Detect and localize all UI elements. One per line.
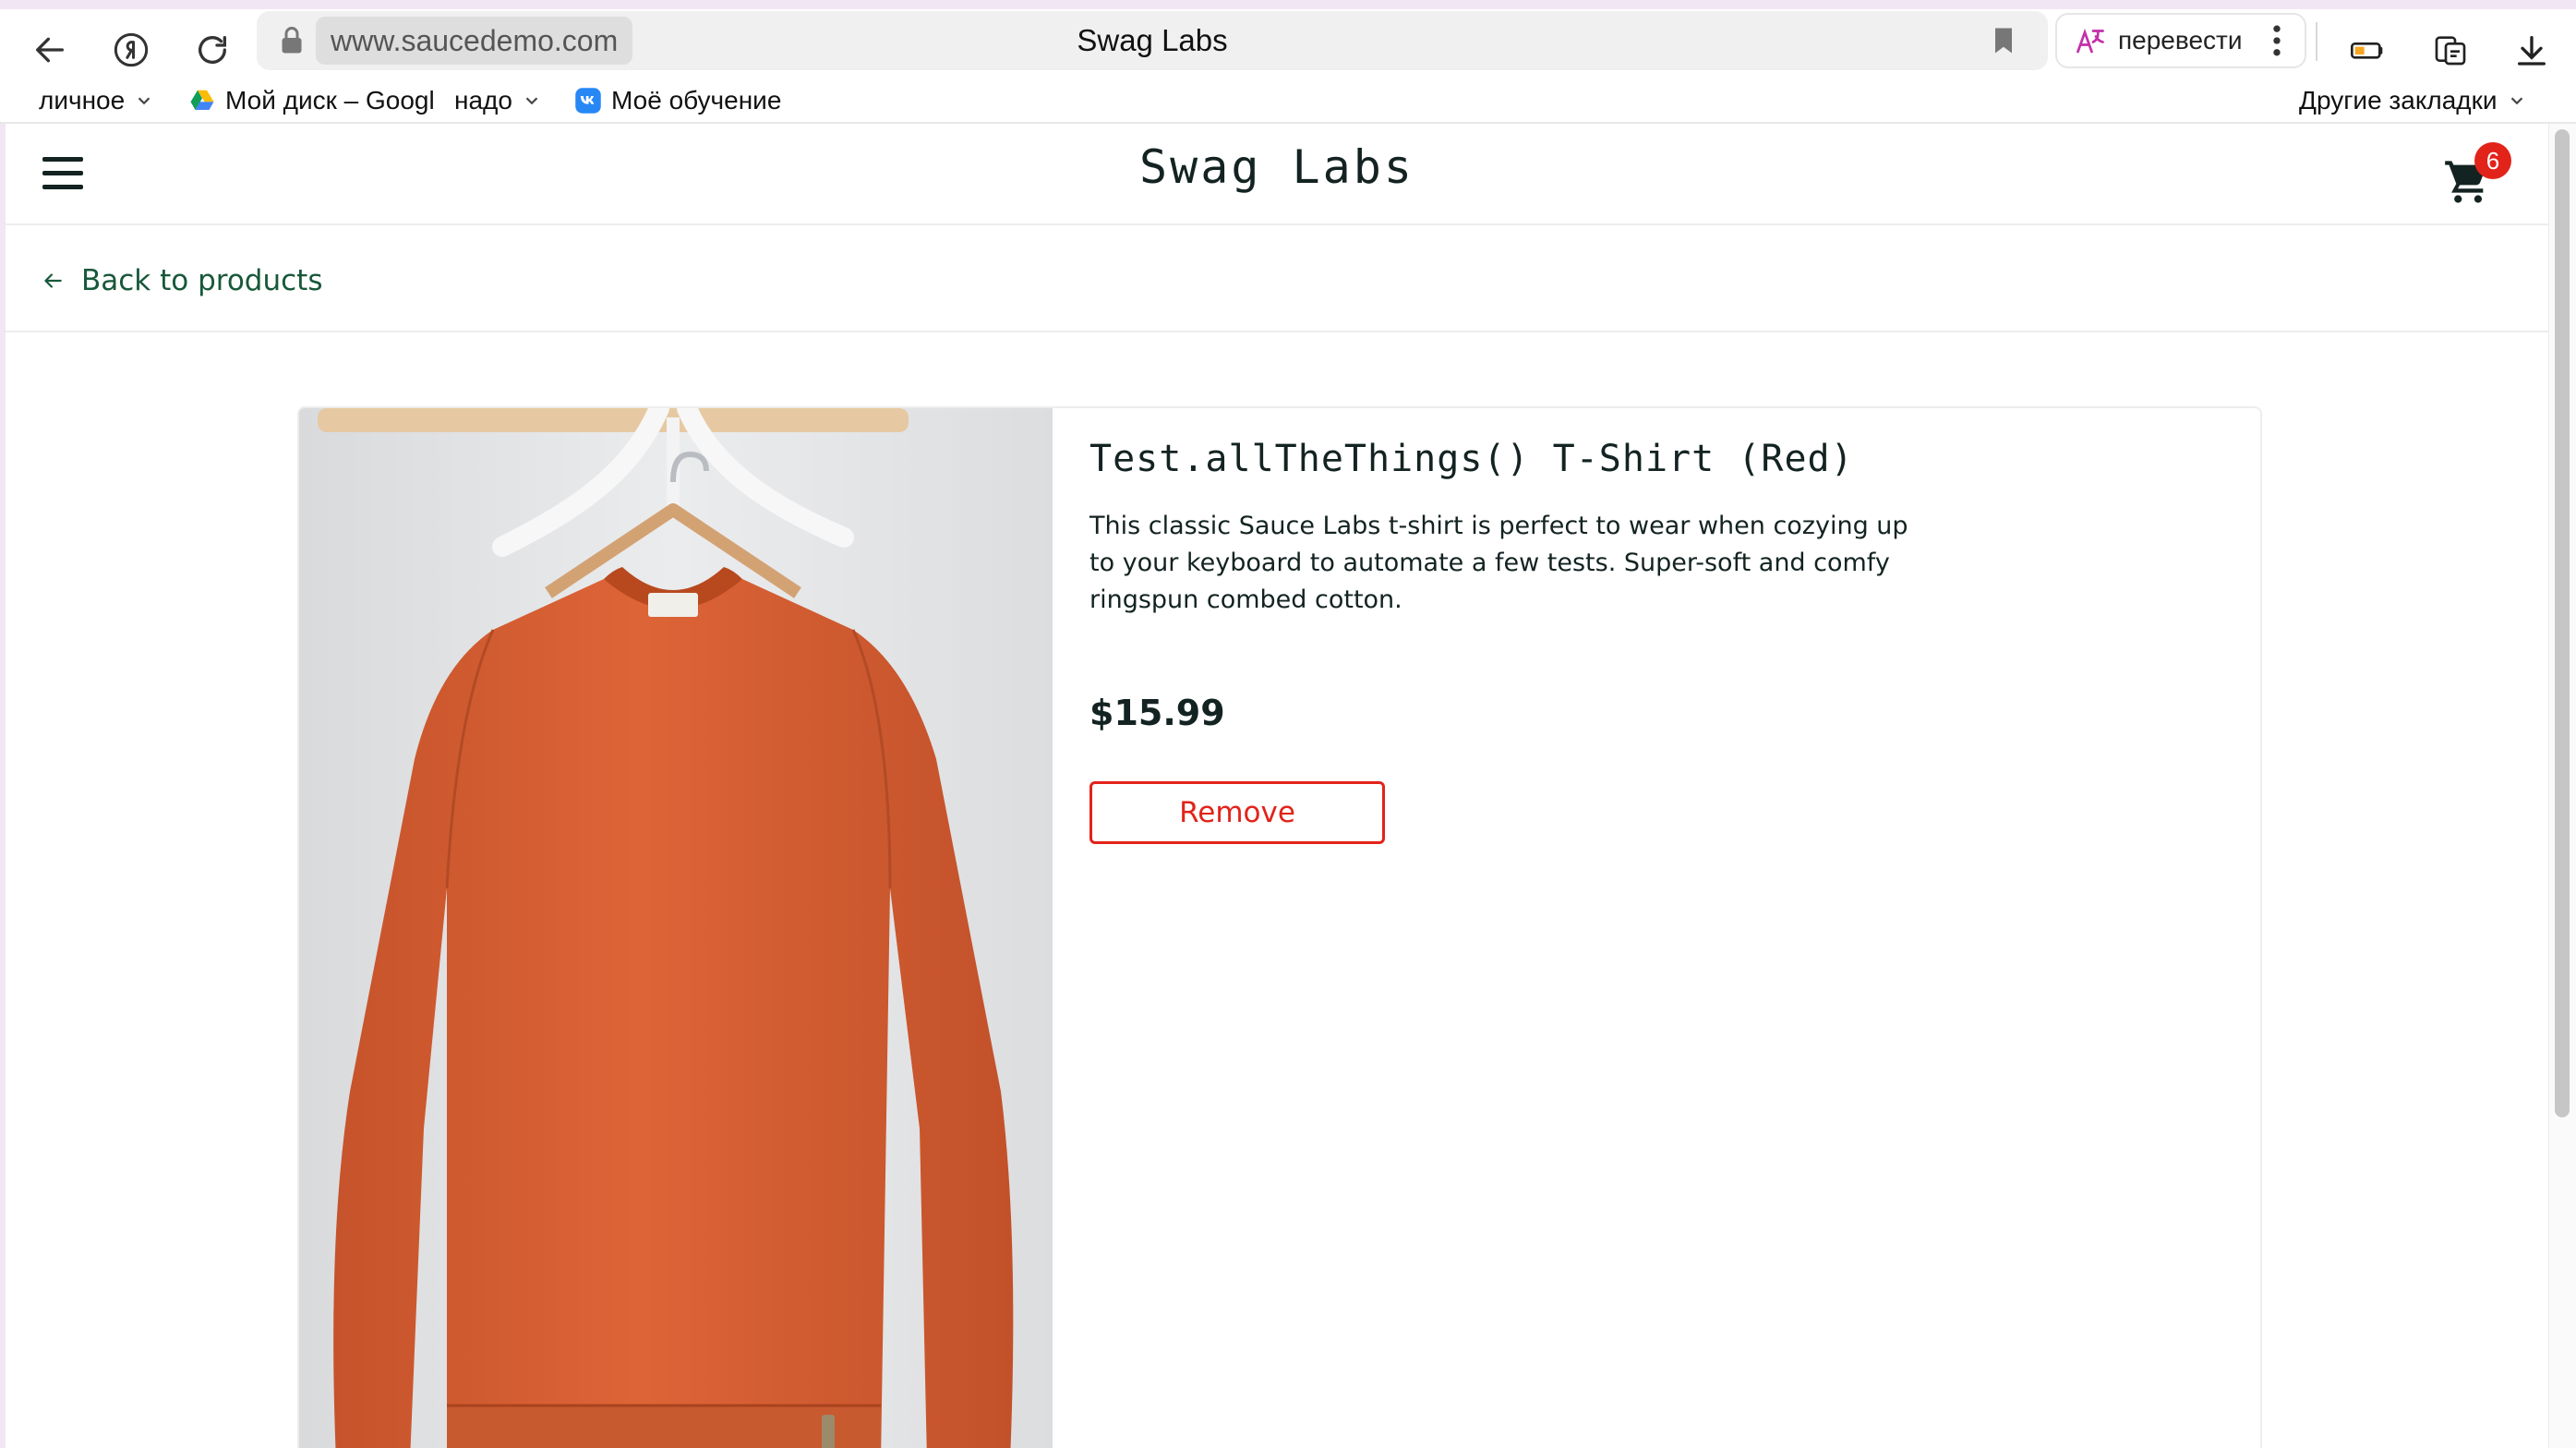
bookmark-vk-learning[interactable]: Моё обучение xyxy=(574,79,781,122)
bookmark-folder-todo[interactable]: надо xyxy=(454,79,542,122)
product-price: $15.99 xyxy=(1089,693,1225,733)
battery-icon xyxy=(2351,42,2383,59)
other-bookmarks-folder[interactable]: Другие закладки xyxy=(2299,79,2527,122)
bookmark-folder-personal[interactable]: личное xyxy=(39,79,154,122)
translate-label: перевести xyxy=(2118,26,2243,54)
bookmark-label: Мой диск – Googl xyxy=(225,86,435,115)
yandex-icon xyxy=(114,32,149,67)
vk-icon xyxy=(575,88,601,114)
chevron-down-icon xyxy=(138,97,150,105)
cart-badge: 6 xyxy=(2474,142,2511,179)
product-details-card: Test.allTheThings() T-Shirt (Red) This c… xyxy=(297,406,2262,1448)
arrow-left-icon xyxy=(36,37,65,63)
battery-button[interactable] xyxy=(2334,17,2401,83)
back-label: Back to products xyxy=(81,264,323,297)
toolbar-divider xyxy=(2316,22,2317,61)
translate-icon xyxy=(2076,28,2104,54)
scrollbar-thumb[interactable] xyxy=(2555,129,2570,1117)
address-bar[interactable]: www.saucedemo.com Swag Labs xyxy=(257,11,2048,70)
page-content: Swag Labs 6 Back to products Test.allThe… xyxy=(6,124,2548,1448)
download-icon xyxy=(2518,36,2546,66)
lock-icon xyxy=(282,27,302,54)
arrow-left-icon xyxy=(44,273,62,288)
back-to-products-button[interactable]: Back to products xyxy=(41,257,322,305)
product-image xyxy=(299,408,1053,1448)
more-menu-icon[interactable] xyxy=(2257,15,2297,66)
back-nav-button[interactable] xyxy=(17,17,83,83)
chevron-down-icon xyxy=(525,97,538,105)
bookmark-label: Моё обучение xyxy=(611,86,782,115)
product-name[interactable]: Test.allTheThings() T-Shirt (Red) xyxy=(1089,438,2197,480)
bookmarks-bar: личное Мой диск – Googl надо Моё обучени… xyxy=(0,79,2576,122)
product-info: Test.allTheThings() T-Shirt (Red) This c… xyxy=(1089,438,2197,844)
shopping-cart-link[interactable]: 6 xyxy=(2443,142,2526,216)
app-header: Swag Labs 6 xyxy=(6,124,2548,225)
reload-button[interactable] xyxy=(179,17,246,83)
browser-chrome: www.saucedemo.com Swag Labs перевести ли… xyxy=(0,0,2576,124)
remove-from-cart-button[interactable]: Remove xyxy=(1089,781,1385,844)
downloads-button[interactable] xyxy=(2498,17,2565,83)
secondary-header: Back to products xyxy=(6,227,2548,332)
bookmark-label: надо xyxy=(454,86,512,115)
page-scrollbar[interactable] xyxy=(2548,124,2576,1448)
extensions-button[interactable] xyxy=(2417,17,2484,83)
yandex-home-button[interactable] xyxy=(98,17,164,83)
google-drive-icon xyxy=(190,90,214,110)
app-logo: Swag Labs xyxy=(1139,140,1414,194)
extensions-icon xyxy=(2435,36,2466,66)
red-sweatshirt-image xyxy=(299,408,1053,1448)
other-bookmarks-label: Другие закладки xyxy=(2299,86,2498,115)
chevron-down-icon xyxy=(2510,97,2522,105)
product-description: This classic Sauce Labs t-shirt is perfe… xyxy=(1089,512,1908,614)
bookmark-google-drive[interactable]: Мой диск – Googl xyxy=(188,79,435,122)
bookmark-label: личное xyxy=(39,86,126,115)
url-text[interactable]: www.saucedemo.com xyxy=(316,17,633,65)
reload-icon xyxy=(199,36,226,65)
window-edge xyxy=(0,0,2576,9)
bookmark-icon[interactable] xyxy=(1987,24,2020,57)
